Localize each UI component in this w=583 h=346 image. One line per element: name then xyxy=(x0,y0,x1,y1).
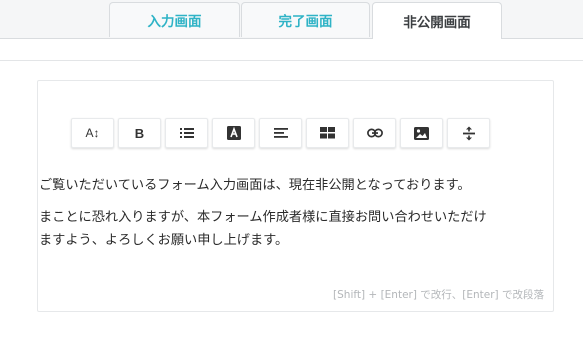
table-button[interactable] xyxy=(306,118,349,148)
bold-icon: B xyxy=(134,125,145,141)
image-icon xyxy=(414,126,429,140)
horizontal-rule-icon xyxy=(462,126,475,140)
paragraph-private-notice: ご覧いただいているフォーム入力画面は、現在非公開となっております。 xyxy=(39,178,471,193)
section-divider xyxy=(0,60,583,61)
bold-button[interactable]: B xyxy=(118,118,161,148)
table-icon xyxy=(320,127,335,139)
paragraph-contact-request: まことに恐れ入りますが、本フォーム作成者様に直接お問い合わせいただけ ますよう、よ… xyxy=(39,206,553,252)
align-left-button[interactable] xyxy=(259,118,302,148)
link-icon xyxy=(366,128,383,138)
text-color-icon xyxy=(226,126,241,140)
link-button[interactable] xyxy=(353,118,396,148)
text-color-button[interactable] xyxy=(212,118,255,148)
tab-complete-screen[interactable]: 完了画面 xyxy=(241,2,370,37)
rich-text-editor[interactable]: A↕ B ご覧いただいているフォーム入力画面は、現在非公開となっております。 ま… xyxy=(37,80,554,312)
page: 入力画面 完了画面 非公開画面 A↕ B ご覧いただいているフォーム入力画面は、… xyxy=(0,0,583,346)
paragraph-line: ますよう、よろしくお願い申し上げます。 xyxy=(39,233,289,248)
tab-private-screen[interactable]: 非公開画面 xyxy=(372,2,502,39)
font-size-icon: A↕ xyxy=(85,126,100,140)
bulleted-list-icon xyxy=(179,128,194,138)
image-button[interactable] xyxy=(400,118,443,148)
bulleted-list-button[interactable] xyxy=(165,118,208,148)
paragraph-line: まことに恐れ入りますが、本フォーム作成者様に直接お問い合わせいただけ xyxy=(39,210,487,225)
editor-toolbar: A↕ B xyxy=(71,118,490,148)
keyboard-hint: [Shift] + [Enter] で改行、[Enter] で改段落 xyxy=(333,289,544,301)
font-size-button[interactable]: A↕ xyxy=(71,118,114,148)
tab-input-screen[interactable]: 入力画面 xyxy=(109,2,240,37)
horizontal-rule-button[interactable] xyxy=(447,118,490,148)
editor-content[interactable]: ご覧いただいているフォーム入力画面は、現在非公開となっております。 まことに恐れ… xyxy=(39,174,553,261)
tab-strip: 入力画面 完了画面 非公開画面 xyxy=(0,0,583,39)
align-left-icon xyxy=(273,128,288,138)
